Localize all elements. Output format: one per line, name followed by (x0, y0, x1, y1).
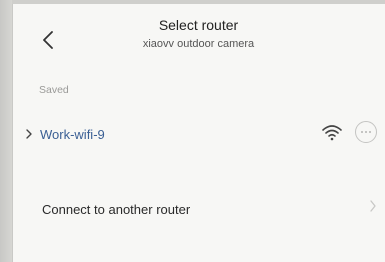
connect-another-router-label: Connect to another router (42, 202, 191, 217)
wifi-icon (322, 125, 342, 141)
page-subtitle: xiaovv outdoor camera (142, 38, 255, 50)
router-name: Work-wifi-9 (40, 127, 105, 142)
page-title: Select router (158, 17, 239, 33)
saved-section-label: Saved (39, 84, 69, 96)
connect-another-router-item[interactable]: Connect to another router (12, 190, 385, 230)
chevron-right-icon (370, 200, 376, 212)
saved-router-item[interactable]: Work-wifi-9 (12, 114, 385, 156)
chevron-right-icon (26, 129, 32, 139)
select-router-screen: Select router xiaovv outdoor camera Save… (12, 4, 385, 262)
screen-bezel-left (0, 0, 12, 262)
more-icon (361, 131, 371, 133)
router-more-button[interactable] (355, 121, 377, 143)
